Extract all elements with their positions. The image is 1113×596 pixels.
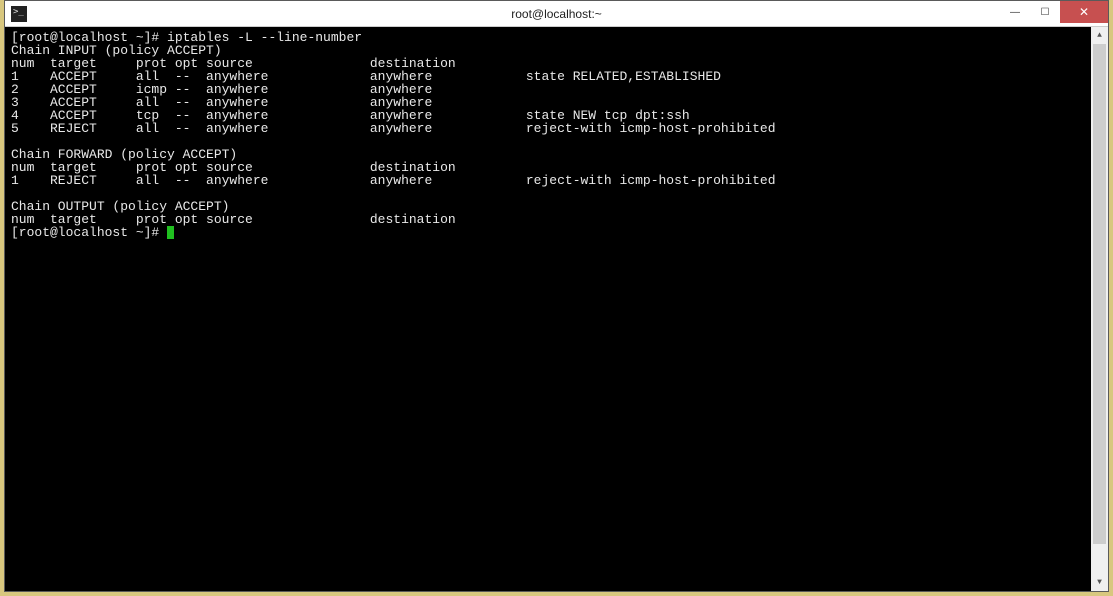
window-controls: — ☐ ✕ <box>1000 1 1108 23</box>
close-button[interactable]: ✕ <box>1060 1 1108 23</box>
rule-row: 1 REJECT all -- anywhere anywhere reject… <box>11 173 776 188</box>
prompt: [root@localhost ~]# <box>11 225 167 240</box>
titlebar[interactable]: root@localhost:~ — ☐ ✕ <box>5 1 1108 27</box>
cursor <box>167 226 174 239</box>
app-icon <box>11 6 27 22</box>
terminal-content[interactable]: [root@localhost ~]# iptables -L --line-n… <box>5 27 1091 591</box>
terminal-window: root@localhost:~ — ☐ ✕ [root@localhost ~… <box>4 0 1109 592</box>
scroll-thumb[interactable] <box>1093 44 1106 544</box>
rule-row: 5 REJECT all -- anywhere anywhere reject… <box>11 121 776 136</box>
scroll-up-arrow[interactable]: ▲ <box>1091 27 1108 44</box>
minimize-button[interactable]: — <box>1000 1 1030 23</box>
maximize-button[interactable]: ☐ <box>1030 1 1060 23</box>
vertical-scrollbar[interactable]: ▲ ▼ <box>1091 27 1108 591</box>
prompt-line: [root@localhost ~]# <box>11 225 174 240</box>
scroll-down-arrow[interactable]: ▼ <box>1091 574 1108 591</box>
window-title: root@localhost:~ <box>511 7 602 21</box>
terminal-body: [root@localhost ~]# iptables -L --line-n… <box>5 27 1108 591</box>
